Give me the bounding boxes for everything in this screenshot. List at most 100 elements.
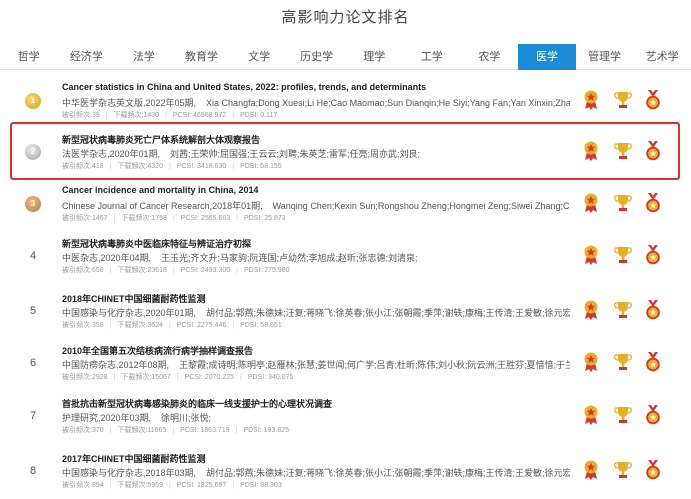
- tab-philosophy[interactable]: 哲学: [0, 44, 58, 70]
- stat-divider: |: [232, 322, 235, 329]
- citation-count: 被引频次:2928: [62, 374, 108, 381]
- rank-number: 7: [29, 410, 37, 422]
- award-ribbon-icon[interactable]: [582, 90, 600, 110]
- pdsi-value: PDSI: 193.825: [243, 427, 289, 434]
- rank-medal-icon: 1: [25, 93, 41, 109]
- paper-row: 1 Cancer statistics in China and United S…: [0, 76, 691, 128]
- trophy-icon[interactable]: [614, 245, 632, 265]
- paper-title-link[interactable]: Cancer statistics in China and United St…: [62, 82, 562, 92]
- tab-science[interactable]: 理学: [345, 44, 403, 70]
- award-ribbon-icon[interactable]: [582, 245, 600, 265]
- paper-stats: 被引频次:39 | 下载频次:1430 | PCSI: 46568.972 | PDSI: …: [62, 110, 562, 120]
- medal-icon[interactable]: [644, 300, 662, 320]
- award-icons: [580, 300, 680, 322]
- paper-authors[interactable]: 王玉光;齐文升;马家驹;阮连国;卢幼然;李旭成;赵昕;张忠德;刘清泉;: [161, 253, 418, 263]
- paper-title-link[interactable]: Cancer incidence and mortality in China,…: [62, 185, 562, 195]
- tab-economics[interactable]: 经济学: [58, 44, 116, 70]
- tab-education[interactable]: 教育学: [173, 44, 231, 70]
- paper-row: 7 首批抗击新型冠状病毒感染肺炎的临床一线支援护士的心理状况调查 护理研究,2020…: [0, 391, 691, 443]
- paper-source[interactable]: 中国防痨杂志,2012年08期,: [62, 360, 169, 370]
- paper-title-link[interactable]: 2018年CHINET中国细菌耐药性监测: [62, 292, 562, 305]
- paper-row: 5 2018年CHINET中国细菌耐药性监测 中国感染与化疗杂志,2020年01期,…: [0, 286, 691, 338]
- award-ribbon-icon[interactable]: [582, 460, 600, 480]
- download-count: 下载频次:1758: [121, 215, 167, 222]
- award-ribbon-icon[interactable]: [582, 300, 600, 320]
- medal-icon[interactable]: [644, 193, 662, 213]
- tab-law[interactable]: 法学: [115, 44, 173, 70]
- trophy-icon[interactable]: [614, 193, 632, 213]
- stat-divider: |: [105, 112, 108, 119]
- paper-source[interactable]: 法医学杂志,2020年01期,: [62, 149, 160, 159]
- paper-title-link[interactable]: 新型冠状病毒肺炎中医临床特征与辨证治疗初探: [62, 237, 562, 250]
- pcsi-value: PCSI: 2275.446: [176, 322, 227, 329]
- paper-title-link[interactable]: 新型冠状病毒肺炎死亡尸体系统解剖大体观察报告: [62, 133, 562, 146]
- paper-authors[interactable]: 胡付品;郭燕;朱德妹;汪复;蒋晓飞;徐英春;张小江;张朝霞;季萍;谢轶;康梅;王…: [206, 468, 570, 478]
- paper-source[interactable]: 护理研究,2020年03期,: [62, 413, 151, 423]
- tab-arts[interactable]: 艺术学: [633, 44, 691, 70]
- paper-authors[interactable]: 徐明川;张悦;: [161, 413, 211, 423]
- paper-title-link[interactable]: 2017年CHINET中国细菌耐药性监测: [62, 452, 562, 465]
- medal-icon[interactable]: [644, 141, 662, 161]
- medal-icon[interactable]: [644, 352, 662, 372]
- paper-stats: 被引频次:894 | 下载频次:5959 | PCSI: 1825.697 | PDSI: …: [62, 480, 562, 490]
- paper-authors[interactable]: 王黎霞;成诗明;陈明亭;赵雁林;张慧;姜世闻;何广学;吕青;杜昕;陈伟;刘小秋;…: [179, 360, 570, 370]
- paper-authors[interactable]: 刘茜;王荣帅;屈国强;王云云;刘聘;朱英芝;雷军;任亮;周亦武;刘良;: [170, 149, 420, 159]
- stat-divider: |: [235, 427, 238, 434]
- pcsi-value: PCSI: 1825.697: [176, 482, 227, 489]
- pcsi-value: PCSI: 2565.663: [180, 215, 231, 222]
- medal-icon[interactable]: [644, 245, 662, 265]
- award-ribbon-icon[interactable]: [582, 193, 600, 213]
- award-icons: [580, 141, 680, 163]
- pdsi-value: PDSI: 88.303: [240, 482, 282, 489]
- medal-icon[interactable]: [644, 405, 662, 425]
- paper-title-link[interactable]: 2010年全国第五次结核病流行病学抽样调查报告: [62, 344, 562, 357]
- paper-authors[interactable]: Xia Changfa;Dong Xuesi;Li He;Cao Maomao;…: [206, 98, 570, 108]
- paper-title-link[interactable]: 首批抗击新型冠状病毒感染肺炎的临床一线支援护士的心理状况调查: [62, 397, 562, 410]
- award-ribbon-icon[interactable]: [582, 141, 600, 161]
- medal-icon[interactable]: [644, 460, 662, 480]
- stat-divider: |: [168, 482, 171, 489]
- trophy-icon[interactable]: [614, 90, 632, 110]
- paper-meta: 中国感染与化疗杂志,2020年01期, 胡付品;郭燕;朱德妹;汪复;蒋晓飞;徐英春…: [62, 306, 570, 319]
- pcsi-value: PCSI: 2493.300: [180, 267, 231, 274]
- award-icons: [580, 460, 680, 482]
- download-count: 下载频次:15067: [121, 374, 171, 381]
- tab-history[interactable]: 历史学: [288, 44, 346, 70]
- award-icons: [580, 352, 680, 374]
- trophy-icon[interactable]: [614, 460, 632, 480]
- download-count: 下载频次:4320: [117, 163, 163, 170]
- trophy-icon[interactable]: [614, 405, 632, 425]
- paper-meta: 法医学杂志,2020年01期, 刘茜;王荣帅;屈国强;王云云;刘聘;朱英芝;雷军;…: [62, 147, 570, 160]
- paper-source[interactable]: 中医杂志,2020年04期,: [62, 253, 151, 263]
- award-ribbon-icon[interactable]: [582, 352, 600, 372]
- page-title: 高影响力论文排名: [281, 9, 410, 26]
- tab-management[interactable]: 管理学: [576, 44, 634, 70]
- award-icons: [580, 90, 680, 112]
- stat-divider: |: [109, 322, 112, 329]
- paper-source[interactable]: 中国感染与化疗杂志,2020年01期,: [62, 308, 196, 318]
- paper-authors[interactable]: Wanqing Chen;Kexin Sun;Rongshou Zheng;Ho…: [273, 201, 570, 211]
- pdsi-value: PDSI: 0.117: [240, 112, 278, 119]
- rank-number: 6: [29, 357, 37, 369]
- paper-row: 8 2017年CHINET中国细菌耐药性监测 中国感染与化疗杂志,2018年03期,…: [0, 446, 691, 498]
- medal-icon[interactable]: [644, 90, 662, 110]
- paper-source[interactable]: Chinese Journal of Cancer Research,2018年…: [62, 201, 263, 211]
- paper-source[interactable]: 中国感染与化疗杂志,2018年03期,: [62, 468, 196, 478]
- stat-divider: |: [109, 267, 112, 274]
- citation-count: 被引频次:370: [62, 427, 104, 434]
- paper-authors[interactable]: 胡付品;郭燕;朱德妹;汪复;蒋晓飞;徐英春;张小江;张朝霞;季萍;谢轶;康梅;王…: [206, 308, 570, 318]
- tab-literature[interactable]: 文学: [230, 44, 288, 70]
- tab-agriculture[interactable]: 农学: [461, 44, 519, 70]
- citation-count: 被引频次:418: [62, 163, 104, 170]
- tab-engineering[interactable]: 工学: [403, 44, 461, 70]
- tab-medicine[interactable]: 医学: [518, 44, 576, 70]
- award-ribbon-icon[interactable]: [582, 405, 600, 425]
- trophy-icon[interactable]: [614, 300, 632, 320]
- paper-meta: 中医杂志,2020年04期, 王玉光;齐文升;马家驹;阮连国;卢幼然;李旭成;赵昕…: [62, 251, 570, 264]
- paper-source[interactable]: 中华医学杂志英文版,2022年05期,: [62, 98, 196, 108]
- trophy-icon[interactable]: [614, 141, 632, 161]
- stat-divider: |: [236, 267, 238, 274]
- download-count: 下载频次:1430: [113, 112, 160, 119]
- paper-row: 4 新型冠状病毒肺炎中医临床特征与辨证治疗初探 中医杂志,2020年04期, 王玉光;…: [0, 231, 691, 283]
- trophy-icon[interactable]: [614, 352, 632, 372]
